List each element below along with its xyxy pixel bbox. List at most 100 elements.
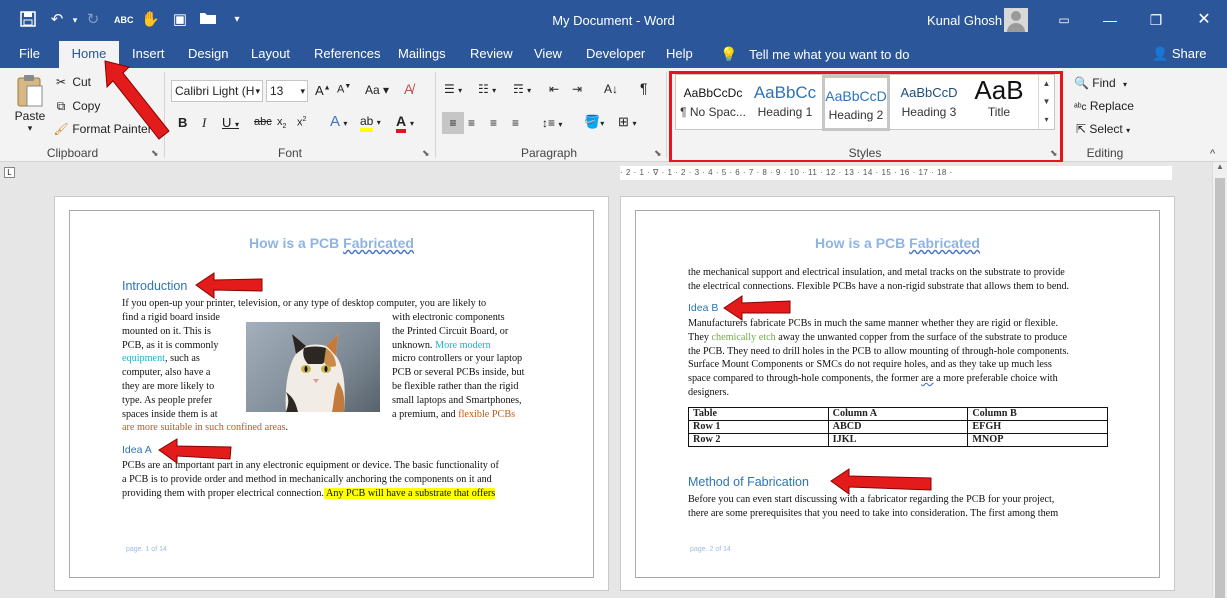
heading-introduction[interactable]: Introduction [122,279,187,293]
lightbulb-icon: 💡 [720,46,738,62]
tab-view[interactable]: View [534,46,562,61]
paragraph-intro-left[interactable]: find a rigid board inside mounted on it.… [122,311,288,435]
font-size-value: 13 [270,84,284,98]
clipboard-launcher-icon[interactable]: ⬊ [151,148,159,159]
text-line: mounted on it. This is [122,325,211,337]
paste-dropdown-icon[interactable]: ▾ [10,123,50,134]
document-table[interactable]: Table Column A Column B Row 1 ABCD EFGH … [688,407,1108,447]
shading-icon[interactable]: 🪣▾ [584,114,604,130]
table-cell[interactable]: IJKL [827,433,969,447]
copy-button[interactable]: ⧉ Copy [53,99,101,114]
share-label: Share [1171,46,1207,61]
table-cell[interactable]: EFGH [967,420,1108,434]
chevron-down-icon: ▾ [300,86,305,96]
numbering-icon[interactable]: ☷ ▾ [478,82,496,96]
font-name-value: Calibri Light (H [175,84,255,98]
tab-help[interactable]: Help [666,46,693,61]
justify-icon[interactable]: ≡ [512,116,519,130]
shrink-font-icon[interactable]: A▼ [337,83,351,96]
tab-file[interactable]: File [19,46,40,61]
paragraph-continued[interactable]: the mechanical support and electrical in… [688,266,1108,294]
table-cell[interactable]: ABCD [827,420,969,434]
sort-icon[interactable]: A↓ [604,82,618,96]
table-cell[interactable]: Column B [967,407,1108,421]
cut-button[interactable]: ✂ Cut [53,75,91,89]
line-spacing-icon[interactable]: ↕≡ ▾ [542,116,562,130]
table-cell[interactable]: Column A [827,407,969,421]
show-formatting-icon[interactable]: ¶ [640,80,648,96]
subscript-icon[interactable]: x2 [277,116,286,130]
tab-review[interactable]: Review [470,46,513,61]
bold-icon[interactable]: B [178,115,187,130]
tab-selector-icon[interactable]: L [4,167,15,178]
arrow-to-introduction [195,272,263,299]
italic-icon[interactable]: I [202,115,206,131]
tab-layout[interactable]: Layout [251,46,290,61]
find-button[interactable]: 🔍 Find ▾ [1074,76,1127,90]
multilevel-list-icon[interactable]: ☶ ▾ [513,82,531,96]
paste-button[interactable]: Paste ▾ [10,74,50,134]
paragraph-idea-b[interactable]: Manufacturers fabricate PCBs in much the… [688,317,1108,400]
borders-icon[interactable]: ⊞ ▾ [618,114,637,130]
change-case-icon[interactable]: Aa ▾ [365,83,389,97]
increase-indent-icon[interactable]: ⇥ [572,82,582,96]
bullets-icon[interactable]: ☰ ▾ [444,82,462,96]
paragraph-intro-line[interactable]: If you open-up your printer, television,… [122,297,542,311]
restore-icon[interactable]: ❐ [1133,6,1179,34]
scroll-up-icon[interactable]: ▲ [1216,162,1224,171]
separator [435,72,436,158]
collapse-ribbon-icon[interactable]: ^ [1210,148,1215,160]
avatar[interactable] [1004,8,1028,32]
tab-developer[interactable]: Developer [586,46,645,61]
title-text-squiggle: Fabricated [909,235,980,251]
horizontal-ruler[interactable]: · 2 · 1 · ∇ · 1 · 2 · 3 · 4 · 5 · 6 · 7 … [620,166,1172,180]
replace-button[interactable]: ᵃᵇc Replace [1074,99,1134,113]
font-color-icon[interactable]: A ▾ [396,113,414,133]
align-left-icon[interactable]: ≡ [442,112,464,134]
text-line: with electronic components [392,312,505,323]
title-text-squiggle: Fabricated [343,235,414,251]
user-name[interactable]: Kunal Ghosh [927,13,1002,28]
underline-icon[interactable]: U ▾ [222,115,239,130]
paragraph-launcher-icon[interactable]: ⬊ [654,148,662,159]
ribbon-display-options-icon[interactable]: ▭ [1041,6,1087,34]
paragraph-intro-right[interactable]: with electronic components the Printed C… [392,311,542,421]
editing-group-label: Editing [1086,146,1124,160]
tab-design[interactable]: Design [188,46,228,61]
heading-method-of-fabrication[interactable]: Method of Fabrication [688,475,809,489]
highlight-icon[interactable]: ab ▾ [360,114,381,132]
tell-me-search[interactable]: 💡 Tell me what you want to do [720,46,909,63]
align-center-icon[interactable]: ≡ [468,116,475,130]
tab-mailings[interactable]: Mailings [398,46,446,61]
scrollbar-thumb[interactable] [1215,178,1225,598]
align-right-icon[interactable]: ≡ [490,116,497,130]
decrease-indent-icon[interactable]: ⇤ [549,82,559,96]
font-size-combo[interactable]: 13 ▾ [266,80,308,102]
arrow-to-method-heading [830,468,932,495]
page-footer: page. 2 of 14 [690,546,731,553]
strikethrough-icon[interactable]: abc [254,116,272,128]
table-cell[interactable]: Table [688,407,829,421]
text-line: type. As people prefer [122,394,212,406]
clear-formatting-icon[interactable]: A̸ [404,81,413,97]
select-button[interactable]: ⇱ Select ▾ [1076,122,1130,136]
ribbon-tabs: File Home Insert Design Layout Reference… [0,41,1227,69]
tab-references[interactable]: References [314,46,380,61]
heading-idea-a[interactable]: Idea A [122,444,152,456]
font-name-combo[interactable]: Calibri Light (H ▾ [171,80,263,102]
table-cell[interactable]: Row 1 [688,420,829,434]
table-cell[interactable]: Row 2 [688,433,829,447]
minimize-icon[interactable]: — [1087,6,1133,34]
vertical-scrollbar[interactable]: ▲ [1212,162,1227,598]
text-effects-icon[interactable]: A ▾ [330,113,347,130]
table-cell[interactable]: MNOP [967,433,1108,447]
grow-font-icon[interactable]: A▲ [315,83,331,98]
share-button[interactable]: 👤 Share [1152,46,1207,62]
replace-icon: ᵃᵇc [1074,102,1087,113]
find-label: Find [1092,76,1116,90]
font-launcher-icon[interactable]: ⬊ [422,148,430,159]
close-icon[interactable]: ✕ [1181,6,1227,34]
cat-image[interactable] [246,322,380,412]
superscript-icon[interactable]: x2 [297,116,306,129]
heading-idea-b[interactable]: Idea B [688,302,718,314]
